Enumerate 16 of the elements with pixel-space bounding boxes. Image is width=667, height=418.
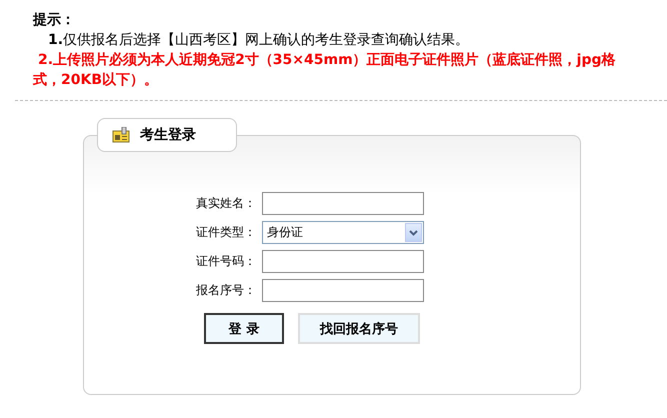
input-field[interactable]	[262, 192, 424, 215]
field-label: 证件类型：	[195, 224, 257, 241]
input-field[interactable]	[262, 250, 424, 273]
field-label: 证件号码：	[195, 253, 257, 270]
id-type-select[interactable]: 身份证	[262, 221, 424, 244]
field-label: 真实姓名：	[195, 195, 257, 212]
login-button[interactable]: 登 录	[204, 313, 284, 344]
panel-title: 考生登录	[140, 126, 196, 144]
notice-title: 提示：	[33, 11, 76, 30]
notice-text: 1.仅供报名后选择【山西考区】网上确认的考生登录查询确认结果。	[48, 31, 470, 50]
recover-button[interactable]: 找回报名序号	[298, 313, 420, 344]
notice-text: 2.上传照片必须为本人近期免冠2寸（35×45mm）正面电子证件照片（蓝底证件照，jpg格式，20KB以下）。	[33, 50, 617, 90]
field-label: 报名序号：	[195, 282, 257, 299]
id-card-icon	[112, 127, 130, 143]
chevron-down-icon	[409, 230, 418, 236]
input-field[interactable]	[262, 279, 424, 302]
